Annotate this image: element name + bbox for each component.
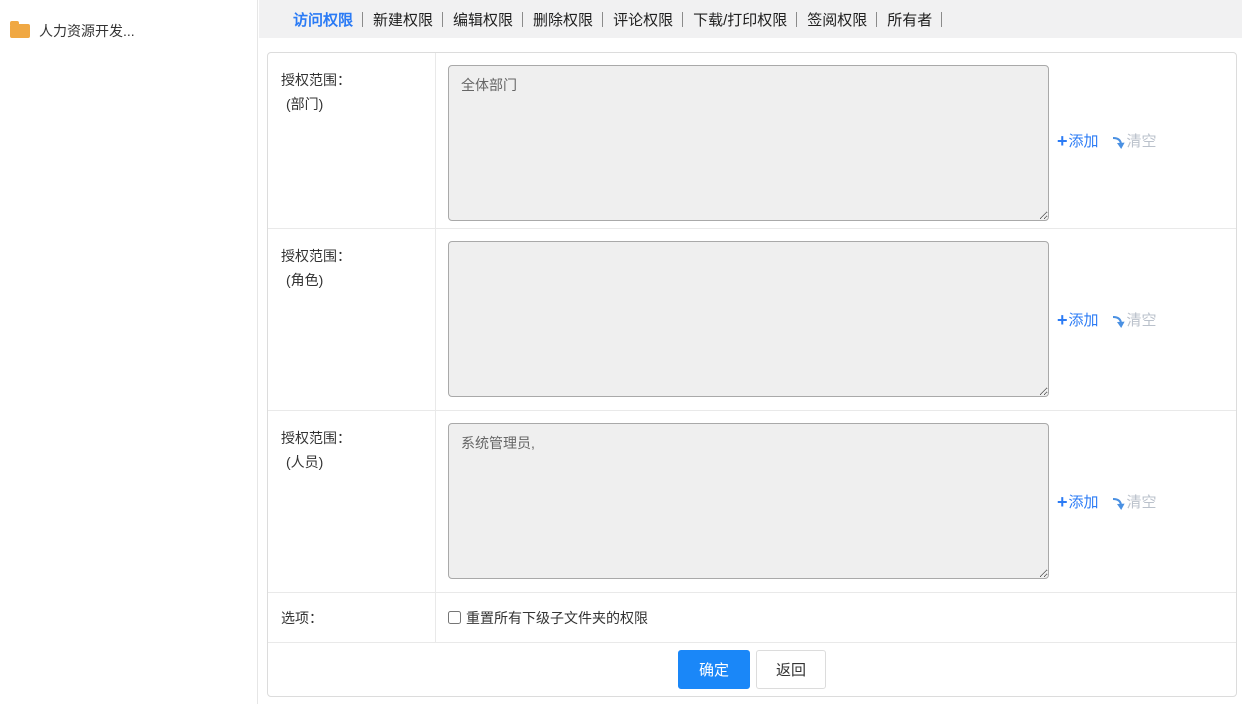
- plus-icon: +: [1057, 134, 1068, 148]
- options-label: 选项：: [268, 593, 436, 642]
- permission-form-panel: 授权范围： (部门) 全体部门 +添加 清空 授权范围： (角色) +添加: [267, 52, 1237, 697]
- tab-separator: [876, 12, 877, 27]
- tab-create-permission[interactable]: 新建权限: [373, 9, 433, 30]
- sidebar-item-folder[interactable]: 人力资源开发...: [0, 0, 257, 41]
- role-scope-label: 授权范围： (角色): [268, 229, 436, 410]
- personnel-scope-label: 授权范围： (人员): [268, 411, 436, 592]
- tab-separator: [602, 12, 603, 27]
- tab-separator: [941, 12, 942, 27]
- reset-subfolder-permissions-checkbox[interactable]: [448, 611, 461, 624]
- tab-separator: [796, 12, 797, 27]
- clear-department-link[interactable]: 清空: [1112, 130, 1157, 151]
- personnel-scope-textarea[interactable]: 系统管理员,: [448, 423, 1049, 579]
- sidebar: 人力资源开发...: [0, 0, 258, 704]
- tab-owner[interactable]: 所有者: [887, 9, 932, 30]
- tab-download-print-permission[interactable]: 下载/打印权限: [693, 9, 787, 30]
- permission-tabbar: 访问权限 新建权限 编辑权限 删除权限 评论权限 下载/打印权限 签阅权限 所有…: [259, 0, 1242, 38]
- form-row-options: 选项： 重置所有下级子文件夹的权限: [268, 593, 1236, 643]
- form-row-buttons: 确定 返回: [268, 643, 1236, 696]
- tab-separator: [522, 12, 523, 27]
- tab-separator: [442, 12, 443, 27]
- plus-icon: +: [1057, 495, 1068, 509]
- clear-arrow-icon: [1112, 496, 1125, 510]
- department-scope-label: 授权范围： (部门): [268, 53, 436, 228]
- role-scope-textarea[interactable]: [448, 241, 1049, 397]
- add-role-link[interactable]: +添加: [1057, 309, 1099, 330]
- plus-icon: +: [1057, 313, 1068, 327]
- add-department-link[interactable]: +添加: [1057, 130, 1099, 151]
- clear-arrow-icon: [1112, 135, 1125, 149]
- confirm-button[interactable]: 确定: [678, 650, 750, 689]
- tab-separator: [682, 12, 683, 27]
- form-row-department: 授权范围： (部门) 全体部门 +添加 清空: [268, 53, 1236, 229]
- folder-icon: [10, 24, 30, 38]
- reset-subfolder-permissions-label: 重置所有下级子文件夹的权限: [466, 608, 648, 628]
- department-scope-textarea[interactable]: 全体部门: [448, 65, 1049, 221]
- clear-personnel-link[interactable]: 清空: [1112, 491, 1157, 512]
- tab-comment-permission[interactable]: 评论权限: [613, 9, 673, 30]
- add-personnel-link[interactable]: +添加: [1057, 491, 1099, 512]
- tab-access-permission[interactable]: 访问权限: [293, 9, 353, 30]
- tab-edit-permission[interactable]: 编辑权限: [453, 9, 513, 30]
- back-button[interactable]: 返回: [756, 650, 826, 689]
- clear-role-link[interactable]: 清空: [1112, 309, 1157, 330]
- tab-sign-read-permission[interactable]: 签阅权限: [807, 9, 867, 30]
- form-row-personnel: 授权范围： (人员) 系统管理员, +添加 清空: [268, 411, 1236, 593]
- tab-separator: [362, 12, 363, 27]
- folder-label: 人力资源开发...: [39, 21, 135, 41]
- form-row-role: 授权范围： (角色) +添加 清空: [268, 229, 1236, 411]
- clear-arrow-icon: [1112, 314, 1125, 328]
- tab-delete-permission[interactable]: 删除权限: [533, 9, 593, 30]
